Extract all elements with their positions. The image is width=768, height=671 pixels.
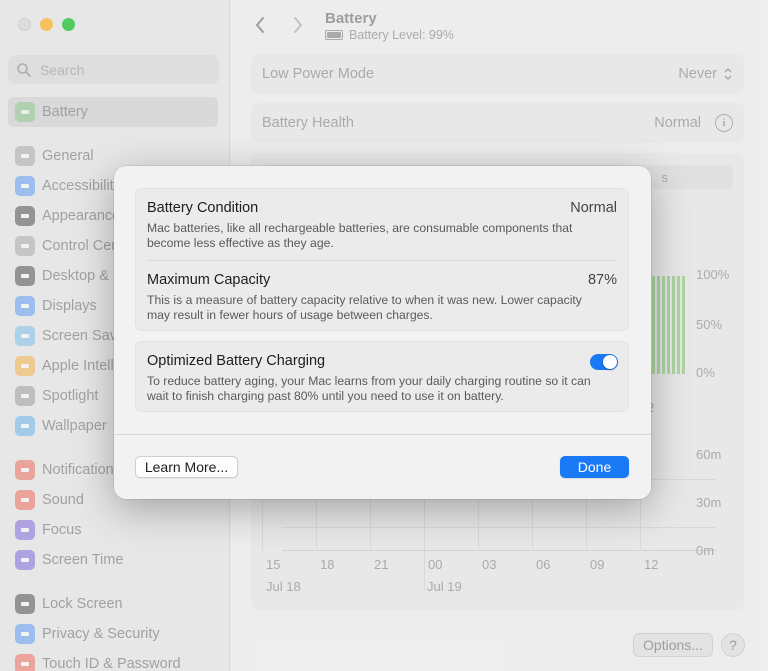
battery-condition-title: Battery Condition: [147, 200, 259, 216]
battery-condition-value: Normal: [570, 200, 617, 216]
sheet-separator: [114, 434, 651, 435]
maximum-capacity-description: This is a measure of battery capacity re…: [147, 293, 582, 322]
battery-condition-description: Mac batteries, like all rechargeable bat…: [147, 221, 573, 250]
battery-condition-item: Battery Condition Normal Mac batteries, …: [147, 200, 617, 250]
optimized-charging-item: Optimized Battery Charging To reduce bat…: [147, 353, 617, 403]
maximum-capacity-item: Maximum Capacity 87% This is a measure o…: [147, 272, 617, 322]
battery-info-group: Battery Condition Normal Mac batteries, …: [135, 188, 629, 331]
optimized-charging-toggle[interactable]: [590, 354, 618, 370]
optimized-charging-title: Optimized Battery Charging: [147, 353, 326, 369]
learn-more-button[interactable]: Learn More...: [135, 456, 238, 478]
optimized-charging-description: To reduce battery aging, your Mac learns…: [147, 374, 591, 403]
maximum-capacity-title: Maximum Capacity: [147, 272, 271, 288]
settings-window: BatteryGeneralAccessibilityAppearanceCon…: [0, 0, 768, 671]
group-divider: [147, 260, 617, 261]
battery-health-sheet: Battery Condition Normal Mac batteries, …: [114, 166, 651, 499]
optimized-charging-group: Optimized Battery Charging To reduce bat…: [135, 341, 629, 412]
maximum-capacity-value: 87%: [587, 272, 617, 288]
done-button[interactable]: Done: [560, 456, 629, 478]
